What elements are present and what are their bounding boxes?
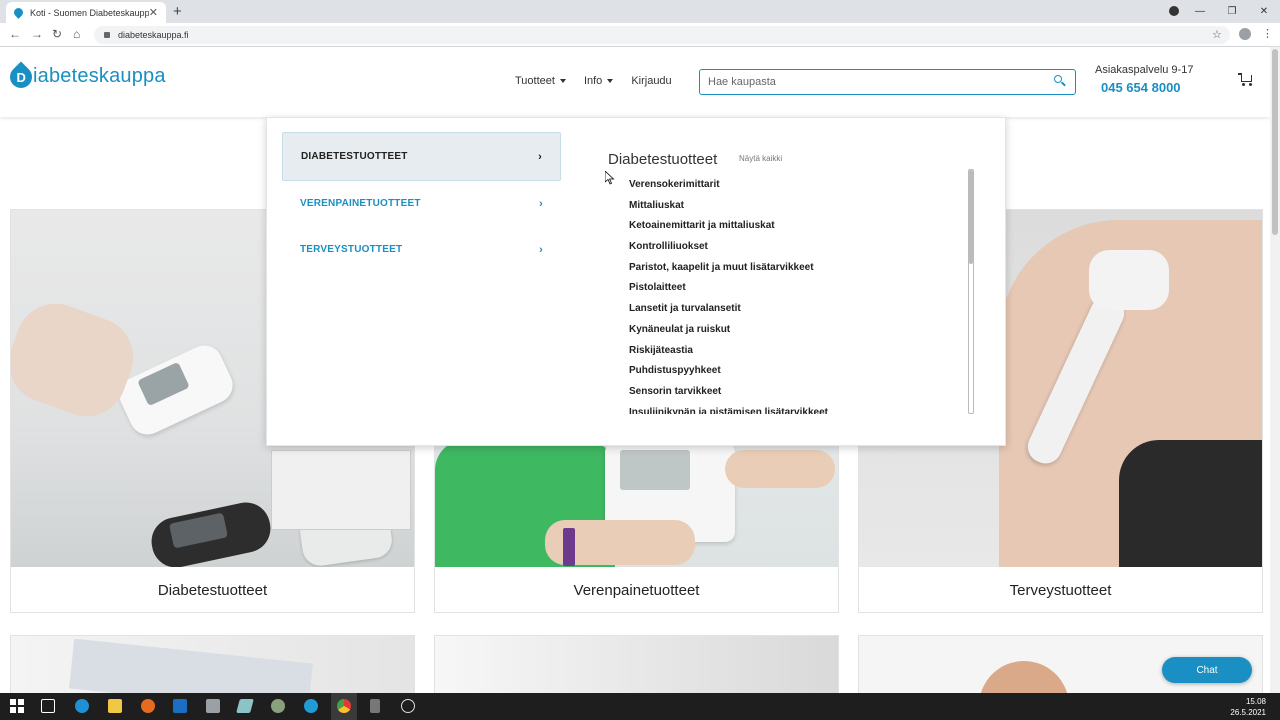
browser-tabstrip: Koti - Suomen Diabeteskauppa ✕ + — ❐ ✕ — [0, 0, 1280, 23]
products-mega-menu: DIABETESTUOTTEET › VERENPAINETUOTTEET › … — [266, 117, 1006, 446]
home-button[interactable]: ⌂ — [73, 27, 80, 41]
nav-tuotteet[interactable]: Tuotteet — [515, 75, 566, 87]
menu-category-diabetes[interactable]: DIABETESTUOTTEET › — [282, 132, 561, 181]
chevron-right-icon: › — [539, 243, 543, 256]
submenu-item[interactable]: Kynäneulat ja ruiskut — [629, 323, 959, 344]
minimize-button[interactable]: — — [1184, 6, 1216, 17]
submenu-title: Diabetestuotteet — [608, 151, 718, 168]
submenu-item[interactable]: Lansetit ja turvalansetit — [629, 302, 959, 323]
chevron-right-icon: › — [539, 197, 543, 210]
category-card-row2-1[interactable] — [10, 635, 415, 695]
back-button[interactable]: ← — [9, 27, 21, 41]
reload-button[interactable]: ↻ — [52, 27, 62, 41]
profile-avatar[interactable] — [1239, 28, 1251, 40]
submenu-item[interactable]: Insuliinikynän ja pistämisen lisätarvikk… — [629, 406, 959, 414]
submenu-item[interactable]: Verensokerimittarit — [629, 178, 959, 199]
caret-down-icon — [559, 79, 566, 83]
browser-tab[interactable]: Koti - Suomen Diabeteskauppa ✕ — [6, 2, 166, 23]
site-logo[interactable]: D iabeteskauppa — [5, 60, 166, 93]
submenu-item[interactable]: Riskijäteastia — [629, 344, 959, 365]
submenu-list: Verensokerimittarit Mittaliuskat Ketoain… — [629, 178, 959, 414]
nav-kirjaudu[interactable]: Kirjaudu — [631, 75, 671, 87]
submenu-scrollbar-thumb[interactable] — [969, 170, 973, 264]
chrome-icon[interactable] — [337, 699, 351, 713]
app-icon[interactable] — [271, 699, 285, 713]
caret-down-icon — [607, 79, 614, 83]
chevron-right-icon: › — [538, 150, 542, 163]
submenu-item[interactable]: Paristot, kaapelit ja muut lisätarvikkee… — [629, 261, 959, 282]
submenu-scrollbar[interactable] — [968, 169, 974, 414]
card-label: Diabetestuotteet — [11, 567, 414, 612]
obs-icon[interactable] — [401, 699, 415, 713]
tab-close-icon[interactable]: ✕ — [149, 6, 158, 19]
file-explorer-icon[interactable] — [108, 699, 122, 713]
new-tab-button[interactable]: + — [173, 3, 182, 20]
submenu-item[interactable]: Puhdistuspyyhkeet — [629, 364, 959, 385]
page-scrollbar-thumb[interactable] — [1272, 49, 1278, 235]
chat-button[interactable]: Chat — [1162, 657, 1252, 683]
search-input[interactable] — [708, 76, 1051, 88]
nav-info[interactable]: Info — [584, 75, 614, 87]
site-favicon-icon — [12, 6, 25, 19]
menu-category-blood-pressure[interactable]: VERENPAINETUOTTEET › — [282, 179, 561, 228]
tab-title: Koti - Suomen Diabeteskauppa — [30, 7, 149, 18]
url-text: diabeteskauppa.fi — [118, 30, 189, 40]
windows-start-icon[interactable] — [10, 699, 24, 713]
logo-text: iabeteskauppa — [33, 65, 166, 87]
outlook-icon[interactable] — [173, 699, 187, 713]
submenu-item[interactable]: Mittaliuskat — [629, 199, 959, 220]
bookmark-star-icon[interactable]: ☆ — [1212, 28, 1222, 41]
show-all-link[interactable]: Näytä kaikki — [739, 154, 782, 163]
card-label: Terveystuotteet — [859, 567, 1262, 612]
calculator-icon[interactable] — [206, 699, 220, 713]
card-label: Verenpainetuotteet — [435, 567, 838, 612]
browser-toolbar: ← → ↻ ⌂ diabeteskauppa.fi ☆ ⋮ — [0, 23, 1280, 47]
menu-category-health[interactable]: TERVEYSTUOTTEET › — [282, 225, 561, 274]
windows-taskbar: 15.08 26.5.2021 — [0, 693, 1280, 720]
notes-app-icon[interactable] — [236, 699, 254, 713]
customer-service-label: Asiakaspalvelu 9-17 — [1095, 64, 1194, 76]
skype-icon[interactable] — [304, 699, 318, 713]
forward-button[interactable]: → — [31, 27, 43, 41]
window-controls: — ❐ ✕ — [1184, 0, 1280, 23]
close-window-button[interactable]: ✕ — [1248, 6, 1280, 17]
address-bar[interactable]: diabeteskauppa.fi — [94, 26, 1230, 44]
task-view-icon[interactable] — [41, 699, 55, 713]
submenu-item[interactable]: Sensorin tarvikkeet — [629, 385, 959, 406]
lock-icon — [104, 32, 110, 38]
search-icon[interactable] — [1051, 73, 1069, 91]
phone-number[interactable]: 045 654 8000 — [1101, 80, 1181, 95]
taskbar-clock[interactable]: 15.08 26.5.2021 — [1230, 696, 1266, 718]
edge-icon[interactable] — [75, 699, 89, 713]
search-box — [699, 69, 1076, 95]
tab-search-icon[interactable] — [1169, 6, 1179, 16]
firefox-icon[interactable] — [141, 699, 155, 713]
cart-icon[interactable] — [1238, 73, 1254, 87]
submenu-item[interactable]: Pistolaitteet — [629, 281, 959, 302]
submenu-item[interactable]: Kontrolliliuokset — [629, 240, 959, 261]
browser-menu-icon[interactable]: ⋮ — [1262, 27, 1273, 40]
category-card-row2-2[interactable] — [434, 635, 839, 695]
submenu-item[interactable]: Ketoainemittarit ja mittaliuskat — [629, 219, 959, 240]
logo-drop-icon: D — [5, 60, 37, 93]
page-scrollbar[interactable] — [1270, 47, 1280, 693]
restore-button[interactable]: ❐ — [1216, 6, 1248, 17]
usb-device-icon[interactable] — [370, 699, 380, 713]
main-nav: Tuotteet Info Kirjaudu — [515, 75, 690, 87]
site-header: D iabeteskauppa Tuotteet Info Kirjaudu A… — [0, 47, 1270, 117]
